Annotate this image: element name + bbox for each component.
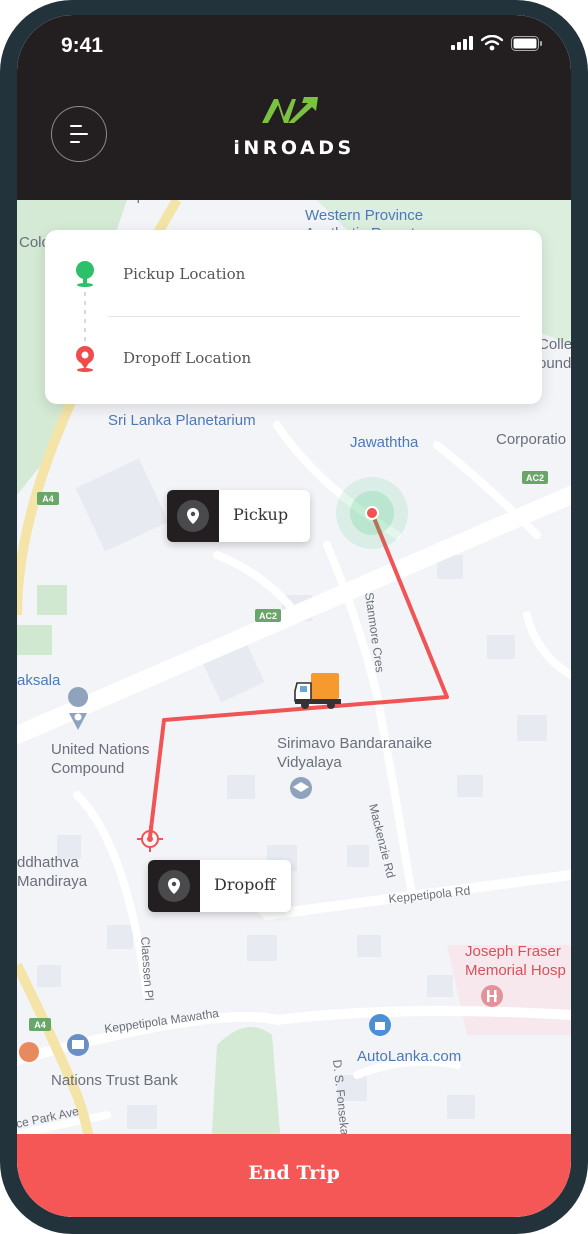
road-shield-a4: A4 [34,1020,46,1030]
road-shield-ac2: AC2 [259,611,277,621]
end-trip-button[interactable]: End Trip [17,1134,571,1217]
signal-icon [451,36,473,50]
school-icon [290,777,312,799]
status-time: 9:41 [61,34,104,57]
menu-icon [69,124,88,143]
map-label: Jawaththa [350,434,419,451]
map-label: Vidyalaya [277,754,342,771]
route-connector [84,292,86,344]
phone-frame: AC2 AC2 A4 A4 Stanmore Cres Mackenzie Rd… [0,0,588,1234]
dropoff-location-field[interactable]: Dropoff Location [123,349,251,367]
pin-icon [168,878,180,894]
end-trip-label: End Trip [248,1162,340,1184]
map-label: Compound [51,760,125,777]
menu-button[interactable] [51,106,107,162]
map-label: Nations Trust Bank [51,1072,178,1089]
pickup-pin-icon [76,261,94,287]
map-label: Memorial Hosp [465,962,566,979]
map-label: ddhathva [17,854,79,871]
app-header: 9:41 iNROADS [17,15,571,200]
pickup-point [365,506,379,520]
hospital-icon [481,985,503,1007]
map-label: Corporatio [496,431,567,448]
road-shield-ac2: AC2 [526,473,544,483]
battery-icon [511,35,542,51]
logo-mark-icon [262,97,318,123]
divider [108,316,520,317]
map-label: United Nations [51,741,150,758]
app-logo: iNROADS [232,93,356,163]
wifi-icon [481,35,503,51]
pickup-marker-label: Pickup [233,505,289,524]
dropoff-pin-icon [76,346,94,372]
dropoff-marker-label: Dropoff [214,875,276,894]
restaurant-icon [19,1042,39,1062]
location-card: Pickup Location Dropoff Location [45,230,542,404]
map-label: Joseph Fraser [465,943,561,960]
bank-icon [67,1034,89,1056]
logo-text: iNROADS [233,137,355,159]
map-label: AutoLanka.com [357,1048,462,1065]
dropoff-marker-chip[interactable]: Dropoff [148,860,291,912]
map-label: aksala [17,672,61,689]
map-label: Sirimavo Bandaranaike [277,735,433,752]
map-label: Sri Lanka Planetarium [108,412,256,429]
shop-icon [369,1014,391,1036]
pickup-location-field[interactable]: Pickup Location [123,265,245,283]
pickup-marker-chip[interactable]: Pickup [167,490,310,542]
pin-icon [187,508,199,524]
map-label: ound [538,355,571,372]
map-label: Mandiraya [17,873,88,890]
map-label: Western Province [305,207,424,224]
screen: AC2 AC2 A4 A4 Stanmore Cres Mackenzie Rd… [17,15,571,1217]
status-icons [451,35,543,51]
road-shield-a4: A4 [42,494,54,504]
map-label: Colle [538,336,571,353]
